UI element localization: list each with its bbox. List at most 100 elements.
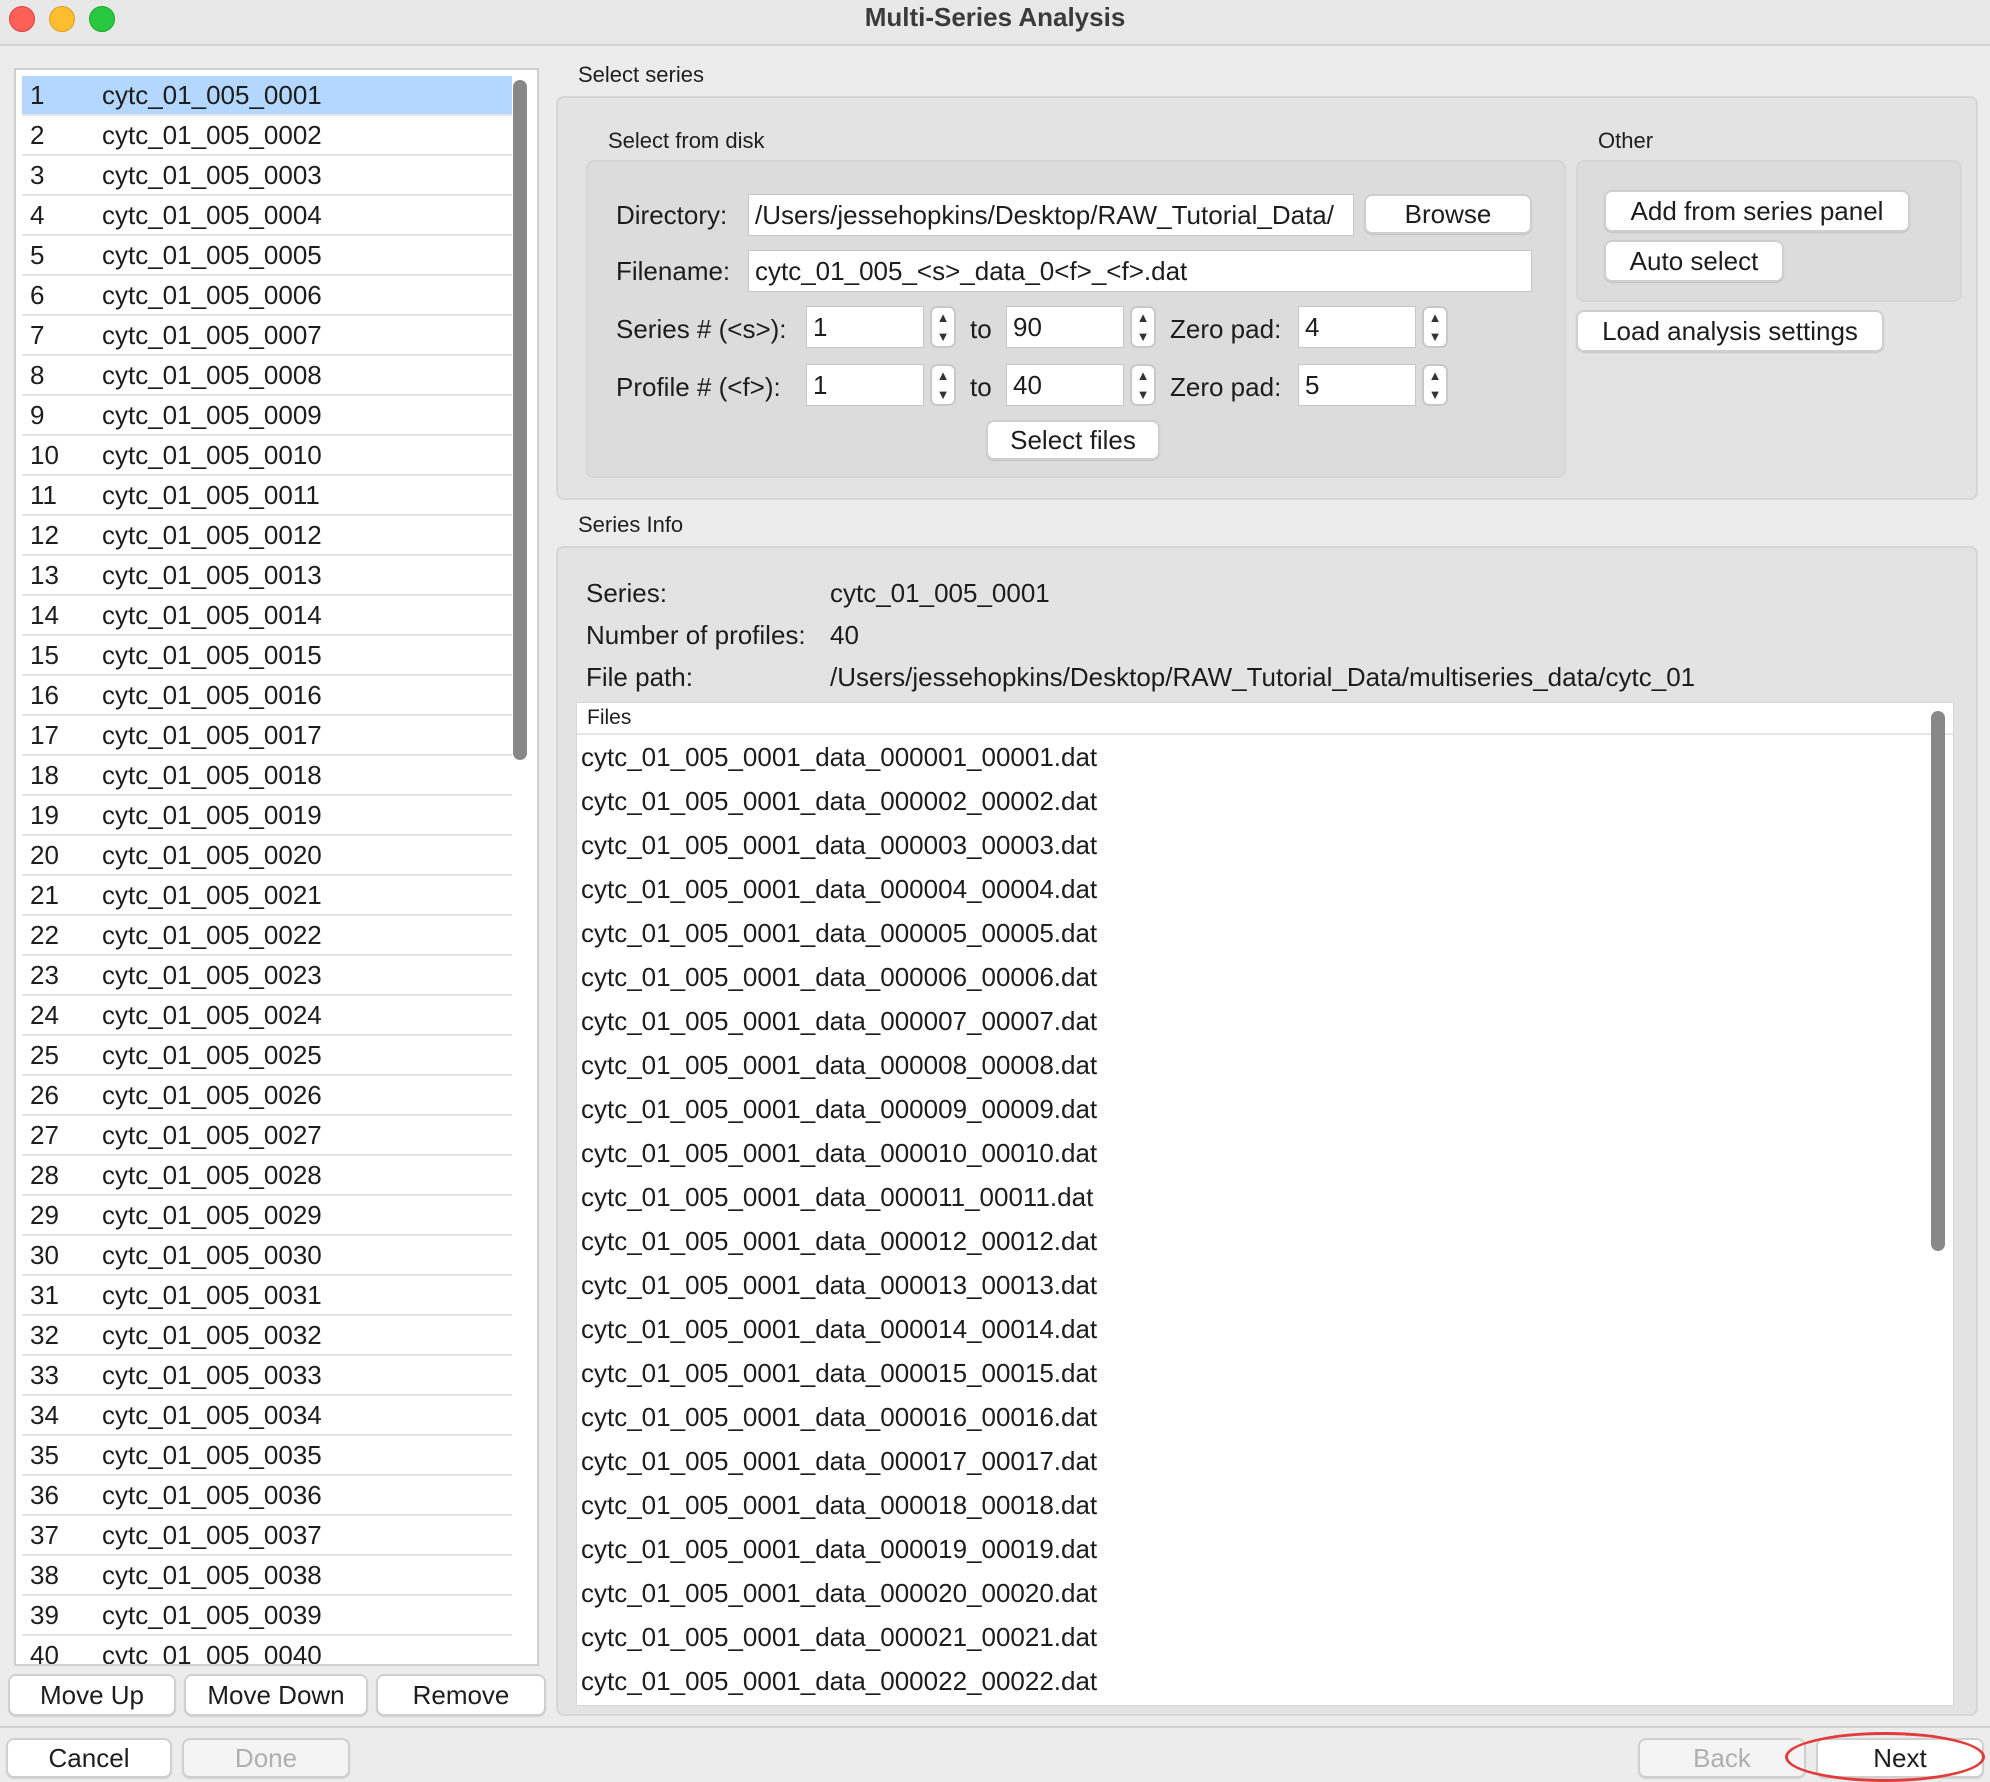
series-list-item[interactable]: 24 cytc_01_005_0024 — [22, 996, 512, 1036]
file-path-label: File path: — [586, 662, 693, 692]
file-list-item[interactable]: cytc_01_005_0001_data_000021_00021.dat — [577, 1615, 1953, 1659]
files-column-header[interactable]: Files — [577, 703, 1953, 735]
cancel-button[interactable]: Cancel — [6, 1738, 172, 1778]
file-list-item[interactable]: cytc_01_005_0001_data_000003_00003.dat — [577, 823, 1953, 867]
file-list-item[interactable]: cytc_01_005_0001_data_000005_00005.dat — [577, 911, 1953, 955]
profile-from-stepper[interactable]: ▲ ▼ — [930, 364, 956, 406]
series-list-item[interactable]: 23 cytc_01_005_0023 — [22, 956, 512, 996]
file-list-item[interactable]: cytc_01_005_0001_data_000008_00008.dat — [577, 1043, 1953, 1087]
series-item-name: cytc_01_005_0026 — [102, 1079, 322, 1110]
add-from-series-panel-button[interactable]: Add from series panel — [1604, 190, 1910, 232]
series-list-item[interactable]: 34 cytc_01_005_0034 — [22, 1396, 512, 1436]
file-list-item[interactable]: cytc_01_005_0001_data_000011_00011.dat — [577, 1175, 1953, 1219]
series-list-item[interactable]: 40 cytc_01_005_0040 — [22, 1636, 512, 1665]
move-up-button[interactable]: Move Up — [8, 1674, 176, 1716]
series-to-stepper[interactable]: ▲ ▼ — [1130, 306, 1156, 348]
series-list-item[interactable]: 19 cytc_01_005_0019 — [22, 796, 512, 836]
series-list-item[interactable]: 11 cytc_01_005_0011 — [22, 476, 512, 516]
file-list-item[interactable]: cytc_01_005_0001_data_000012_00012.dat — [577, 1219, 1953, 1263]
series-list-item[interactable]: 1 cytc_01_005_0001 — [22, 76, 512, 116]
profile-zero-pad-field[interactable]: 5 — [1298, 364, 1416, 406]
series-to-field[interactable]: 90 — [1006, 306, 1124, 348]
series-list-item[interactable]: 33 cytc_01_005_0033 — [22, 1356, 512, 1396]
series-list-item[interactable]: 18 cytc_01_005_0018 — [22, 756, 512, 796]
series-list-item[interactable]: 28 cytc_01_005_0028 — [22, 1156, 512, 1196]
series-item-name: cytc_01_005_0032 — [102, 1319, 322, 1350]
profile-to-stepper[interactable]: ▲ ▼ — [1130, 364, 1156, 406]
series-list-item[interactable]: 4 cytc_01_005_0004 — [22, 196, 512, 236]
file-list-item[interactable]: cytc_01_005_0001_data_000016_00016.dat — [577, 1395, 1953, 1439]
file-list-item[interactable]: cytc_01_005_0001_data_000022_00022.dat — [577, 1659, 1953, 1703]
series-list-item[interactable]: 16 cytc_01_005_0016 — [22, 676, 512, 716]
select-files-button[interactable]: Select files — [986, 420, 1160, 460]
file-list-item[interactable]: cytc_01_005_0001_data_000002_00002.dat — [577, 779, 1953, 823]
file-list-item[interactable]: cytc_01_005_0001_data_000009_00009.dat — [577, 1087, 1953, 1131]
series-list-item[interactable]: 12 cytc_01_005_0012 — [22, 516, 512, 556]
file-list-item[interactable]: cytc_01_005_0001_data_000017_00017.dat — [577, 1439, 1953, 1483]
series-list-item[interactable]: 36 cytc_01_005_0036 — [22, 1476, 512, 1516]
series-list-item[interactable]: 13 cytc_01_005_0013 — [22, 556, 512, 596]
series-item-number: 39 — [30, 1599, 59, 1630]
series-list-item[interactable]: 6 cytc_01_005_0006 — [22, 276, 512, 316]
series-list-item[interactable]: 37 cytc_01_005_0037 — [22, 1516, 512, 1556]
series-from-field[interactable]: 1 — [806, 306, 924, 348]
series-list-item[interactable]: 32 cytc_01_005_0032 — [22, 1316, 512, 1356]
series-list-item[interactable]: 17 cytc_01_005_0017 — [22, 716, 512, 756]
series-list-item[interactable]: 3 cytc_01_005_0003 — [22, 156, 512, 196]
series-list-item[interactable]: 38 cytc_01_005_0038 — [22, 1556, 512, 1596]
series-item-number: 38 — [30, 1559, 59, 1590]
file-list-item[interactable]: cytc_01_005_0001_data_000006_00006.dat — [577, 955, 1953, 999]
directory-field[interactable]: /Users/jessehopkins/Desktop/RAW_Tutorial… — [748, 194, 1354, 236]
series-list-item[interactable]: 10 cytc_01_005_0010 — [22, 436, 512, 476]
series-list-item[interactable]: 9 cytc_01_005_0009 — [22, 396, 512, 436]
series-item-name: cytc_01_005_0037 — [102, 1519, 322, 1550]
back-button[interactable]: Back — [1638, 1738, 1806, 1778]
series-item-number: 35 — [30, 1439, 59, 1470]
series-list-item[interactable]: 35 cytc_01_005_0035 — [22, 1436, 512, 1476]
series-list-item[interactable]: 14 cytc_01_005_0014 — [22, 596, 512, 636]
series-list-item[interactable]: 20 cytc_01_005_0020 — [22, 836, 512, 876]
series-list-item[interactable]: 15 cytc_01_005_0015 — [22, 636, 512, 676]
series-list-item[interactable]: 8 cytc_01_005_0008 — [22, 356, 512, 396]
series-list-item[interactable]: 2 cytc_01_005_0002 — [22, 116, 512, 156]
file-list-item[interactable]: cytc_01_005_0001_data_000020_00020.dat — [577, 1571, 1953, 1615]
browse-button[interactable]: Browse — [1364, 194, 1532, 234]
series-zero-pad-stepper[interactable]: ▲ ▼ — [1422, 306, 1448, 348]
series-list-item[interactable]: 5 cytc_01_005_0005 — [22, 236, 512, 276]
series-list-item[interactable]: 22 cytc_01_005_0022 — [22, 916, 512, 956]
series-from-stepper[interactable]: ▲ ▼ — [930, 306, 956, 348]
profile-to-field[interactable]: 40 — [1006, 364, 1124, 406]
files-list-scrollbar[interactable] — [1931, 711, 1945, 1251]
file-list-item[interactable]: cytc_01_005_0001_data_000004_00004.dat — [577, 867, 1953, 911]
series-list-item[interactable]: 7 cytc_01_005_0007 — [22, 316, 512, 356]
series-zero-pad-field[interactable]: 4 — [1298, 306, 1416, 348]
file-list-item[interactable]: cytc_01_005_0001_data_000007_00007.dat — [577, 999, 1953, 1043]
file-list-item[interactable]: cytc_01_005_0001_data_000001_00001.dat — [577, 735, 1953, 779]
series-list-item[interactable]: 29 cytc_01_005_0029 — [22, 1196, 512, 1236]
files-list[interactable]: Files cytc_01_005_0001_data_000001_00001… — [576, 702, 1954, 1706]
series-list-item[interactable]: 31 cytc_01_005_0031 — [22, 1276, 512, 1316]
series-list[interactable]: 1 cytc_01_005_0001 2 cytc_01_005_0002 3 cytc_… — [22, 76, 512, 1664]
load-analysis-settings-button[interactable]: Load analysis settings — [1576, 310, 1884, 352]
series-list-item[interactable]: 27 cytc_01_005_0027 — [22, 1116, 512, 1156]
file-list-item[interactable]: cytc_01_005_0001_data_000018_00018.dat — [577, 1483, 1953, 1527]
series-list-item[interactable]: 39 cytc_01_005_0039 — [22, 1596, 512, 1636]
file-list-item[interactable]: cytc_01_005_0001_data_000014_00014.dat — [577, 1307, 1953, 1351]
filename-field[interactable]: cytc_01_005_<s>_data_0<f>_<f>.dat — [748, 250, 1532, 292]
file-list-item[interactable]: cytc_01_005_0001_data_000019_00019.dat — [577, 1527, 1953, 1571]
profile-zero-pad-stepper[interactable]: ▲ ▼ — [1422, 364, 1448, 406]
series-list-scrollbar[interactable] — [513, 80, 527, 760]
series-list-item[interactable]: 25 cytc_01_005_0025 — [22, 1036, 512, 1076]
done-button[interactable]: Done — [182, 1738, 350, 1778]
series-list-item[interactable]: 21 cytc_01_005_0021 — [22, 876, 512, 916]
move-down-button[interactable]: Move Down — [184, 1674, 368, 1716]
auto-select-button[interactable]: Auto select — [1604, 240, 1784, 282]
series-list-item[interactable]: 26 cytc_01_005_0026 — [22, 1076, 512, 1116]
file-list-item[interactable]: cytc_01_005_0001_data_000010_00010.dat — [577, 1131, 1953, 1175]
series-list-item[interactable]: 30 cytc_01_005_0030 — [22, 1236, 512, 1276]
file-list-item[interactable]: cytc_01_005_0001_data_000013_00013.dat — [577, 1263, 1953, 1307]
remove-button[interactable]: Remove — [376, 1674, 546, 1716]
profile-from-field[interactable]: 1 — [806, 364, 924, 406]
series-item-name: cytc_01_005_0006 — [102, 279, 322, 310]
file-list-item[interactable]: cytc_01_005_0001_data_000015_00015.dat — [577, 1351, 1953, 1395]
